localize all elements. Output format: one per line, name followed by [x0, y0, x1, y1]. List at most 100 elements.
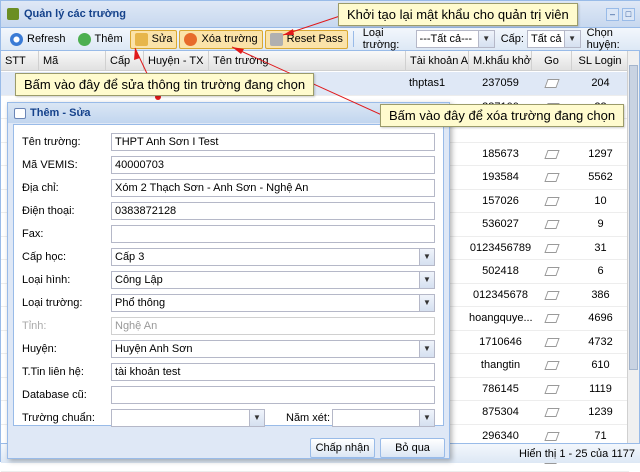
go-icon[interactable] — [544, 314, 560, 323]
row-level: Cấp học: — [22, 251, 67, 263]
toolbar-separator — [352, 31, 354, 47]
school-name-input[interactable]: THPT Anh Sơn I Test — [111, 133, 435, 151]
window-title: Quản lý các trường — [24, 8, 126, 20]
chevron-down-icon[interactable]: ▼ — [419, 272, 434, 288]
cell-go[interactable] — [532, 331, 572, 354]
go-icon[interactable] — [544, 337, 560, 347]
address-input[interactable]: Xóm 2 Thạch Sơn - Anh Sơn - Nghệ An — [111, 179, 435, 197]
go-icon[interactable] — [544, 384, 560, 394]
standard-school-combo[interactable]: ▼ — [111, 409, 265, 427]
col-login-count[interactable]: SL Login — [572, 51, 629, 70]
chevron-down-icon[interactable]: ▼ — [563, 31, 580, 47]
col-code[interactable]: Mã — [39, 51, 106, 70]
callout-delete: Bấm vào đây để xóa trường đang chọn — [380, 104, 625, 127]
cell-initial-password: 0123456789 — [469, 241, 532, 254]
go-icon[interactable] — [544, 431, 560, 441]
go-icon[interactable] — [544, 220, 560, 229]
delete-school-button[interactable]: Xóa trường — [179, 29, 263, 49]
chevron-down-icon[interactable]: ▼ — [477, 31, 494, 47]
grid-vertical-scrollbar[interactable] — [627, 51, 639, 443]
cell-login-count: 204 — [591, 77, 610, 89]
cell-go[interactable] — [532, 307, 572, 330]
cell-go[interactable] — [532, 143, 572, 166]
col-initial-password[interactable]: M.khẩu khởi tạ — [469, 51, 532, 70]
district-combo[interactable]: Huyện Anh Sơn ▼ — [111, 340, 435, 358]
cell-go[interactable] — [532, 190, 572, 213]
add-edit-dialog: Thêm - Sửa Tên trường: THPT Anh Sơn I Te… — [7, 102, 450, 459]
callout-edit: Bấm vào đây để sửa thông tin trường đang… — [15, 73, 315, 96]
chevron-down-icon[interactable]: ▼ — [419, 249, 434, 265]
cell-login-count: 1239 — [588, 406, 613, 418]
toolbar: Refresh Thêm Sửa Xóa trường Reset Pass L… — [1, 27, 640, 51]
school-type-select[interactable]: ---Tất cả--- ▼ — [415, 30, 495, 48]
row-contact: T.Tin liên hệ: — [22, 366, 84, 378]
go-icon[interactable] — [544, 408, 560, 417]
old-database-input[interactable] — [111, 386, 435, 404]
cancel-button[interactable]: Bỏ qua — [380, 438, 445, 458]
cell-login-count: 610 — [591, 359, 610, 371]
col-school-name[interactable]: Tên trường — [209, 51, 406, 70]
cell-login-count: 1119 — [589, 382, 612, 395]
scrollbar-thumb[interactable] — [629, 65, 638, 370]
maximize-icon[interactable]: □ — [622, 8, 635, 21]
reset-pass-button[interactable]: Reset Pass — [264, 29, 348, 49]
cell-initial-password: 786145 — [482, 382, 519, 395]
cell-go[interactable] — [532, 354, 572, 377]
go-icon[interactable] — [544, 361, 560, 370]
go-icon[interactable] — [544, 79, 560, 88]
dialog-title: Thêm - Sửa — [30, 107, 91, 119]
go-icon[interactable] — [544, 149, 560, 159]
row-address: Địa chỉ: — [22, 182, 59, 194]
cell-initial-password: 193584 — [482, 171, 519, 183]
go-icon[interactable] — [544, 267, 560, 276]
cell-admin-account: thptas1 — [409, 77, 446, 89]
cell-go[interactable] — [532, 237, 572, 260]
cell-go[interactable] — [532, 378, 572, 401]
col-go[interactable]: Go — [532, 51, 572, 70]
cell-initial-password: 1710646 — [479, 335, 522, 348]
cell-login-count: 9 — [597, 218, 604, 230]
add-button[interactable]: Thêm — [73, 30, 128, 49]
chevron-down-icon[interactable]: ▼ — [419, 341, 434, 357]
col-level[interactable]: Cấp — [106, 51, 144, 70]
row-kind: Loại hình: — [22, 274, 71, 286]
edit-button[interactable]: Sửa — [129, 29, 178, 49]
chevron-down-icon[interactable]: ▼ — [419, 295, 434, 311]
dialog-footer: Chấp nhận Bỏ qua — [8, 429, 449, 459]
cell-go[interactable] — [532, 260, 572, 283]
go-icon[interactable] — [544, 290, 560, 300]
cell-initial-password: 237059 — [482, 77, 519, 89]
cell-go[interactable] — [532, 401, 572, 424]
vemis-input[interactable]: 40000703 — [111, 156, 435, 174]
cell-initial-password: 875304 — [482, 406, 519, 418]
cell-login-count: 386 — [591, 288, 610, 301]
chevron-down-icon[interactable]: ▼ — [419, 410, 434, 426]
level-label: Cấp: — [500, 33, 524, 45]
col-admin-account[interactable]: Tài khoản Adm — [406, 51, 469, 70]
row-year: Năm xét: — [286, 412, 331, 424]
level-select[interactable]: Tất cả ▼ — [526, 30, 581, 48]
review-year-combo[interactable]: ▼ — [332, 409, 435, 427]
cell-go[interactable] — [532, 72, 572, 95]
refresh-button[interactable]: Refresh — [5, 30, 71, 49]
school-icon — [7, 8, 19, 20]
cell-go[interactable] — [532, 284, 572, 307]
cell-go[interactable] — [532, 166, 572, 189]
level-combo[interactable]: Cấp 3 ▼ — [111, 248, 435, 266]
chevron-down-icon[interactable]: ▼ — [249, 410, 264, 426]
go-icon[interactable] — [544, 196, 560, 206]
go-icon[interactable] — [544, 173, 560, 182]
dialog-form: Tên trường: THPT Anh Sơn I Test Mã VEMIS… — [13, 124, 444, 427]
phone-input[interactable]: 0383872128 — [111, 202, 435, 220]
col-district[interactable]: Huyện - TX — [144, 51, 209, 70]
minimize-icon[interactable]: – — [606, 8, 619, 21]
contact-input[interactable]: tài khoản test — [111, 363, 435, 381]
kind-combo[interactable]: Công Lập ▼ — [111, 271, 435, 289]
go-icon[interactable] — [544, 243, 560, 253]
school-type-combo[interactable]: Phổ thông ▼ — [111, 294, 435, 312]
cell-go[interactable] — [532, 213, 572, 236]
cell-login-count: 31 — [594, 241, 607, 254]
fax-input[interactable] — [111, 225, 435, 243]
col-stt[interactable]: STT — [1, 51, 39, 70]
accept-button[interactable]: Chấp nhận — [310, 438, 375, 458]
